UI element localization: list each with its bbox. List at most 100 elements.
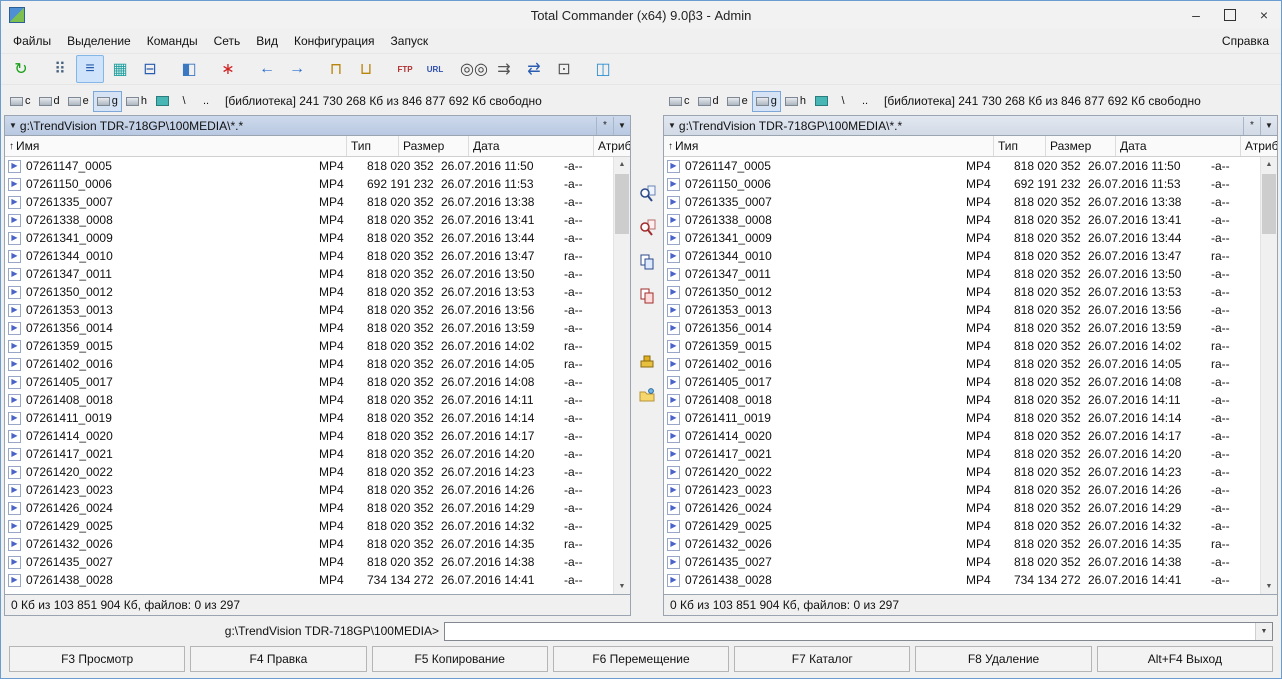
path-bar[interactable]: ▼ g:\TrendVision TDR-718GP\100MEDIA\*.* …: [5, 116, 630, 136]
column-header-size[interactable]: Размер: [399, 136, 469, 156]
file-row[interactable]: ▶07261344_0010MP4818 020 35226.07.2016 1…: [5, 247, 614, 265]
drive-d-button[interactable]: d: [35, 91, 64, 112]
file-row[interactable]: ▶07261341_0009MP4818 020 35226.07.2016 1…: [664, 229, 1261, 247]
file-row[interactable]: ▶07261359_0015MP4818 020 35226.07.2016 1…: [664, 337, 1261, 355]
column-header-size[interactable]: Размер: [1046, 136, 1116, 156]
ftp-url-button[interactable]: URL: [421, 55, 449, 83]
menu-item[interactable]: Вид: [248, 31, 286, 51]
file-row[interactable]: ▶07261341_0009MP4818 020 35226.07.2016 1…: [5, 229, 614, 247]
file-row[interactable]: ▶07261150_0006MP4692 191 23226.07.2016 1…: [5, 175, 614, 193]
multi-rename-button[interactable]: ⇉: [490, 55, 518, 83]
scroll-up-icon[interactable]: ▲: [1261, 157, 1277, 172]
file-row[interactable]: ▶07261438_0028MP4734 134 27226.07.2016 1…: [5, 571, 614, 589]
parent-dir-button[interactable]: ..: [854, 91, 876, 112]
file-row[interactable]: ▶07261335_0007MP4818 020 35226.07.2016 1…: [664, 193, 1261, 211]
file-row[interactable]: ▶07261420_0022MP4818 020 35226.07.2016 1…: [5, 463, 614, 481]
file-row[interactable]: ▶07261417_0021MP4818 020 35226.07.2016 1…: [5, 445, 614, 463]
refresh-button[interactable]: ↻: [7, 55, 35, 83]
search-button[interactable]: ◎◎: [460, 55, 488, 83]
drive-g-button[interactable]: g: [93, 91, 122, 112]
fkey-f5[interactable]: F5 Копирование: [372, 646, 548, 672]
file-row[interactable]: ▶07261438_0028MP4734 134 27226.07.2016 1…: [664, 571, 1261, 589]
fkey-f8[interactable]: F8 Удаление: [915, 646, 1091, 672]
file-row[interactable]: ▶07261353_0013MP4818 020 35226.07.2016 1…: [5, 301, 614, 319]
root-dir-button[interactable]: \: [832, 91, 854, 112]
file-row[interactable]: ▶07261429_0025MP4818 020 35226.07.2016 1…: [664, 517, 1261, 535]
file-row[interactable]: ▶07261417_0021MP4818 020 35226.07.2016 1…: [664, 445, 1261, 463]
dir-history-button[interactable]: ▼: [613, 117, 630, 135]
column-header-date[interactable]: Дата: [1116, 136, 1241, 156]
menu-item[interactable]: Запуск: [383, 31, 437, 51]
forward-button[interactable]: →: [283, 55, 311, 83]
column-header-attr[interactable]: Атриб: [1241, 136, 1277, 156]
menu-item[interactable]: Команды: [139, 31, 206, 51]
file-row[interactable]: ▶07261338_0008MP4818 020 35226.07.2016 1…: [664, 211, 1261, 229]
scroll-up-icon[interactable]: ▲: [614, 157, 630, 172]
pack-files-button-center[interactable]: [636, 351, 658, 373]
file-row[interactable]: ▶07261423_0023MP4818 020 35226.07.2016 1…: [5, 481, 614, 499]
menu-item[interactable]: Конфигурация: [286, 31, 383, 51]
column-header-attr[interactable]: Атриб: [594, 136, 630, 156]
file-row[interactable]: ▶07261147_0005MP4818 020 35226.07.2016 1…: [664, 157, 1261, 175]
maximize-button[interactable]: [1213, 1, 1247, 29]
pack-files-button[interactable]: ⊓: [322, 55, 350, 83]
file-row[interactable]: ▶07261435_0027MP4818 020 35226.07.2016 1…: [664, 553, 1261, 571]
column-header-type[interactable]: Тип: [994, 136, 1046, 156]
compare-button[interactable]: ⊡: [550, 55, 578, 83]
drive-e-button[interactable]: e: [64, 91, 93, 112]
quick-filter-button[interactable]: *: [1243, 117, 1260, 135]
file-row[interactable]: ▶07261432_0026MP4818 020 35226.07.2016 1…: [5, 535, 614, 553]
file-row[interactable]: ▶07261344_0010MP4818 020 35226.07.2016 1…: [664, 247, 1261, 265]
file-row[interactable]: ▶07261435_0027MP4818 020 35226.07.2016 1…: [5, 553, 614, 571]
file-row[interactable]: ▶07261402_0016MP4818 020 35226.07.2016 1…: [664, 355, 1261, 373]
fkey-f3[interactable]: F3 Просмотр: [9, 646, 185, 672]
back-button[interactable]: ←: [253, 55, 281, 83]
command-input[interactable]: [445, 623, 1255, 640]
move-files-button[interactable]: [636, 285, 658, 307]
file-row[interactable]: ▶07261353_0013MP4818 020 35226.07.2016 1…: [664, 301, 1261, 319]
drive-e-button[interactable]: e: [723, 91, 752, 112]
file-row[interactable]: ▶07261350_0012MP4818 020 35226.07.2016 1…: [664, 283, 1261, 301]
cm-special-button[interactable]: ∗: [214, 55, 242, 83]
file-row[interactable]: ▶07261347_0011MP4818 020 35226.07.2016 1…: [5, 265, 614, 283]
file-row[interactable]: ▶07261423_0023MP4818 020 35226.07.2016 1…: [664, 481, 1261, 499]
file-row[interactable]: ▶07261150_0006MP4692 191 23226.07.2016 1…: [664, 175, 1261, 193]
file-row[interactable]: ▶07261147_0005MP4818 020 35226.07.2016 1…: [5, 157, 614, 175]
column-header-date[interactable]: Дата: [469, 136, 594, 156]
drive-d-button[interactable]: d: [694, 91, 723, 112]
view-file-button[interactable]: [636, 183, 658, 205]
copy-files-button[interactable]: [636, 251, 658, 273]
file-row[interactable]: ▶07261350_0012MP4818 020 35226.07.2016 1…: [5, 283, 614, 301]
scrollbar-track[interactable]: [1261, 172, 1277, 579]
scrollbar-thumb[interactable]: [1262, 174, 1276, 234]
root-dir-button[interactable]: \: [173, 91, 195, 112]
file-row[interactable]: ▶07261414_0020MP4818 020 35226.07.2016 1…: [664, 427, 1261, 445]
brief-view-button[interactable]: ⠿: [46, 55, 74, 83]
full-view-button[interactable]: ≡: [76, 55, 104, 83]
column-header-name[interactable]: ↑ Имя: [664, 136, 994, 156]
network-drive-button[interactable]: [810, 91, 832, 112]
unpack-files-button[interactable]: ⊔: [352, 55, 380, 83]
file-row[interactable]: ▶07261405_0017MP4818 020 35226.07.2016 1…: [5, 373, 614, 391]
drive-h-button[interactable]: h: [122, 91, 151, 112]
quick-view-button[interactable]: ◧: [175, 55, 203, 83]
scrollbar[interactable]: ▲ ▼: [613, 157, 630, 594]
quick-filter-button[interactable]: *: [596, 117, 613, 135]
network-button[interactable]: ◫: [589, 55, 617, 83]
file-row[interactable]: ▶07261408_0018MP4818 020 35226.07.2016 1…: [664, 391, 1261, 409]
menu-item[interactable]: Сеть: [206, 31, 249, 51]
menu-item[interactable]: Выделение: [59, 31, 139, 51]
file-row[interactable]: ▶07261338_0008MP4818 020 35226.07.2016 1…: [5, 211, 614, 229]
fkey-f6[interactable]: F6 Перемещение: [553, 646, 729, 672]
tree-view-button[interactable]: ⊟: [136, 55, 164, 83]
file-row[interactable]: ▶07261405_0017MP4818 020 35226.07.2016 1…: [664, 373, 1261, 391]
file-row[interactable]: ▶07261411_0019MP4818 020 35226.07.2016 1…: [5, 409, 614, 427]
drive-h-button[interactable]: h: [781, 91, 810, 112]
file-row[interactable]: ▶07261356_0014MP4818 020 35226.07.2016 1…: [5, 319, 614, 337]
file-row[interactable]: ▶07261411_0019MP4818 020 35226.07.2016 1…: [664, 409, 1261, 427]
fkey-f4[interactable]: F4 Правка: [190, 646, 366, 672]
menu-item[interactable]: Файлы: [5, 31, 59, 51]
dir-history-button[interactable]: ▼: [1260, 117, 1277, 135]
minimize-button[interactable]: –: [1179, 1, 1213, 29]
ftp-connect-button[interactable]: FTP: [391, 55, 419, 83]
